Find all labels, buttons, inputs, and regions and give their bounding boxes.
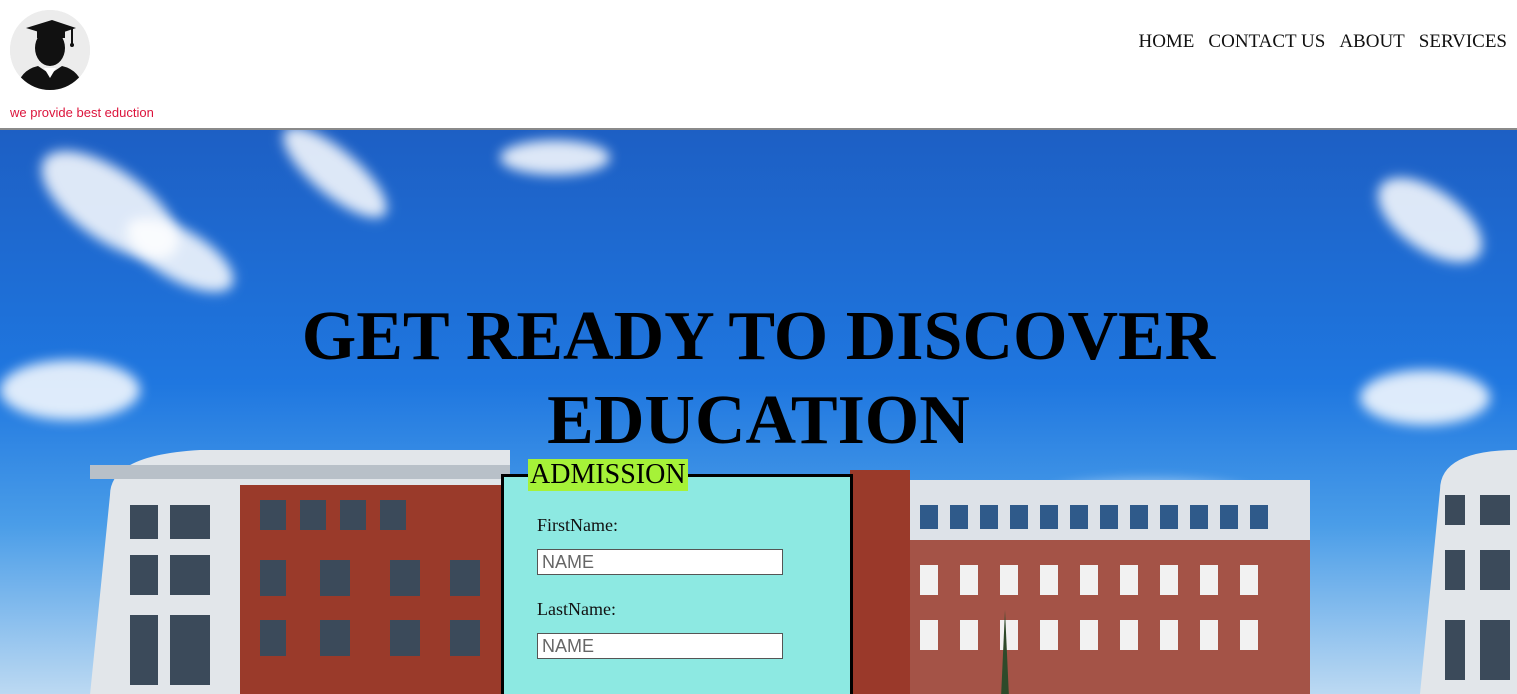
nav-home[interactable]: HOME [1138, 31, 1194, 53]
graduate-logo-icon[interactable] [10, 10, 90, 90]
building-left [90, 450, 510, 694]
building-far-right [1420, 450, 1517, 694]
building-right [850, 470, 1310, 694]
admission-legend: ADMISSION [528, 459, 688, 491]
nav-about[interactable]: ABOUT [1339, 31, 1404, 53]
tagline: we provide best eduction [10, 105, 154, 120]
nav-services[interactable]: SERVICES [1419, 31, 1507, 53]
first-name-input[interactable] [537, 549, 783, 575]
hero-section: GET READY TO DISCOVER EDUCATION ADMISSIO… [0, 130, 1517, 694]
admission-form: ADMISSION FirstName: LastName: [501, 459, 853, 694]
first-name-label: FirstName: [537, 515, 618, 535]
hero-title-line-1: GET READY TO DISCOVER [301, 298, 1216, 375]
hero-title-line-2: EDUCATION [547, 382, 970, 459]
main-nav: HOME CONTACT US ABOUT SERVICES [1138, 31, 1507, 53]
site-header: we provide best eduction HOME CONTACT US… [0, 0, 1517, 128]
cloud-decoration [500, 140, 610, 175]
last-name-input[interactable] [537, 633, 783, 659]
last-name-label: LastName: [537, 599, 616, 619]
nav-contact-us[interactable]: CONTACT US [1208, 31, 1325, 53]
hero-title: GET READY TO DISCOVER EDUCATION [0, 295, 1517, 463]
